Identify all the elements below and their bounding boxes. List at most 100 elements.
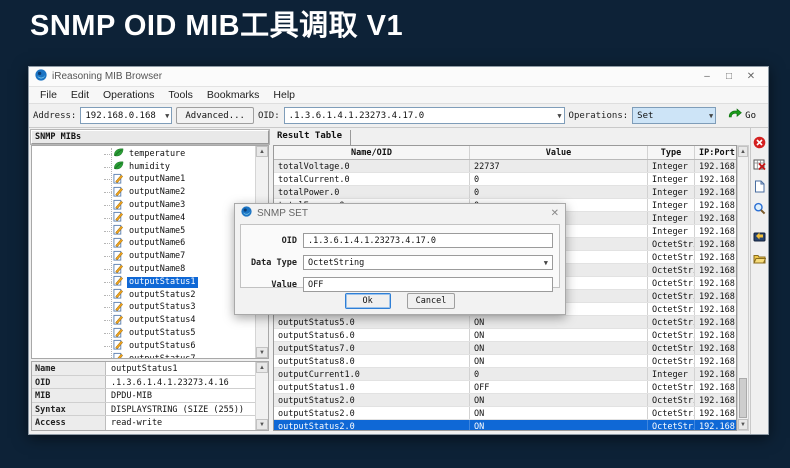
go-button[interactable]: Go [720,108,764,123]
table-row[interactable]: outputStatus1.0OFFOctetString192.168.0..… [274,381,736,394]
tree-item-outputStatus7[interactable]: outputStatus7 [32,353,255,358]
tree-item-outputName5[interactable]: outputName5 [32,225,255,238]
menu-tools[interactable]: Tools [161,89,200,101]
ok-button[interactable]: Ok [345,293,391,309]
column-header-value[interactable]: Value [470,146,648,159]
new-document-icon[interactable] [753,179,767,193]
find-icon[interactable] [753,201,767,215]
open-folder-icon[interactable] [753,251,767,265]
value-input[interactable]: OFF [303,277,553,292]
table-row[interactable]: outputStatus8.0ONOctetString192.168.0... [274,355,736,368]
detail-label: Access [32,416,106,430]
table-row[interactable]: totalVoltage.022737Integer192.168.0... [274,160,736,173]
column-header-nameoid[interactable]: Name/OID [274,146,470,159]
tree-item-label: outputStatus1 [127,277,198,288]
detail-label: Name [32,362,106,375]
cell-ip-port: 192.168.0... [695,290,736,302]
tree-item-label: outputName5 [127,226,187,237]
cell-type: OctetString [648,381,695,393]
table-row[interactable]: outputStatus6.0ONOctetString192.168.0... [274,329,736,342]
cell-ip-port: 192.168.0... [695,368,736,380]
cell-ip-port: 192.168.0... [695,342,736,354]
tree-connector [104,269,112,270]
tree-item-outputName2[interactable]: outputName2 [32,186,255,199]
tree-item-outputStatus2[interactable]: outputStatus2 [32,289,255,302]
field-value: .1.3.6.1.4.1.23273.4.17.0 [308,236,436,246]
cell-ip-port: 192.168.0... [695,316,736,328]
table-row[interactable]: outputStatus2.0ONOctetString192.168.0... [274,420,736,431]
menu-bookmarks[interactable]: Bookmarks [200,89,267,101]
cell-ip-port: 192.168.0... [695,173,736,185]
tree-item-temperature[interactable]: temperature [32,148,255,161]
cell-name-oid: outputStatus8.0 [274,355,470,367]
table-row[interactable]: outputStatus2.0ONOctetString192.168.0... [274,407,736,420]
data-type-select[interactable]: OctetString▼ [303,255,553,270]
tree-item-outputStatus6[interactable]: outputStatus6 [32,340,255,353]
dialog-field-oid: OID.1.3.6.1.4.1.23273.4.17.0 [241,233,553,248]
table-row[interactable]: totalCurrent.00Integer192.168.0... [274,173,736,186]
tree-connector [104,307,112,308]
scrollbar-thumb[interactable] [739,378,747,418]
scroll-down-icon[interactable]: ▼ [256,347,268,358]
tree-item-label: outputStatus4 [127,315,198,326]
dialog-close-icon[interactable]: ✕ [551,208,559,219]
tree-item-label: humidity [127,162,172,173]
table-row[interactable]: outputStatus5.0ONOctetString192.168.0... [274,316,736,329]
tree-item-outputStatus3[interactable]: outputStatus3 [32,302,255,315]
dialog-title: SNMP SET [257,208,551,219]
go-arrows-icon [728,108,742,123]
tree-item-outputName1[interactable]: outputName1 [32,174,255,187]
menu-operations[interactable]: Operations [96,89,161,101]
menu-edit[interactable]: Edit [64,89,96,101]
stop-icon[interactable] [753,135,767,149]
column-header-type[interactable]: Type [648,146,695,159]
oid-combobox[interactable]: .1.3.6.1.4.1.23273.4.17.0 ▼ [284,107,565,124]
table-row[interactable]: outputStatus7.0ONOctetString192.168.0... [274,342,736,355]
minimize-button[interactable]: – [696,71,718,82]
table-row[interactable]: outputCurrent1.00Integer192.168.0... [274,368,736,381]
menu-help[interactable]: Help [266,89,302,101]
tree-connector [104,192,112,193]
cancel-button[interactable]: Cancel [407,293,456,309]
oid-input[interactable]: .1.3.6.1.4.1.23273.4.17.0 [303,233,553,248]
table-row[interactable]: outputStatus2.0ONOctetString192.168.0... [274,394,736,407]
snmp-set-dialog: SNMP SET ✕ OID.1.3.6.1.4.1.23273.4.17.0D… [234,203,566,315]
chevron-down-icon: ▼ [161,112,169,120]
table-row[interactable]: totalPower.00Integer192.168.0... [274,186,736,199]
maximize-button[interactable]: □ [718,71,740,82]
tree-item-label: temperature [127,149,187,160]
tree-item-outputName7[interactable]: outputName7 [32,250,255,263]
cell-type: OctetString [648,238,695,250]
mib-panel-header: SNMP MIBs [31,130,269,144]
tree-item-outputName3[interactable]: outputName3 [32,199,255,212]
address-combobox[interactable]: 192.168.0.168 ▼ [80,107,172,124]
tree-item-humidity[interactable]: humidity [32,161,255,174]
operations-combobox[interactable]: Set ▼ [632,107,716,124]
menu-file[interactable]: File [33,89,64,101]
scroll-up-icon[interactable]: ▲ [738,146,748,157]
detail-value: outputStatus1 [106,362,255,375]
advanced-button[interactable]: Advanced... [176,107,254,124]
detail-scrollbar[interactable]: ▲ ▼ [255,362,268,430]
tree-item-outputName6[interactable]: outputName6 [32,238,255,251]
export-icon[interactable] [753,229,767,243]
tree-item-outputName4[interactable]: outputName4 [32,212,255,225]
tree-item-outputStatus4[interactable]: outputStatus4 [32,314,255,327]
result-table-scrollbar[interactable]: ▲ ▼ [737,145,749,431]
tree-item-outputStatus1[interactable]: outputStatus1 [32,276,255,289]
tab-result-table[interactable]: Result Table [273,130,351,145]
scroll-down-icon[interactable]: ▼ [256,419,268,430]
close-button[interactable]: ✕ [740,71,762,82]
clear-table-icon[interactable] [753,157,767,171]
tree-connector [104,154,112,155]
cell-value: ON [470,394,648,406]
scroll-up-icon[interactable]: ▲ [256,362,268,373]
cell-ip-port: 192.168.0... [695,355,736,367]
scroll-down-icon[interactable]: ▼ [738,419,748,430]
tree-item-label: outputName7 [127,251,187,262]
scroll-up-icon[interactable]: ▲ [256,146,268,157]
tree-item-outputStatus5[interactable]: outputStatus5 [32,327,255,340]
cell-type: OctetString [648,251,695,263]
column-header-ipport[interactable]: IP:Port [695,146,736,159]
tree-item-outputName8[interactable]: outputName8 [32,263,255,276]
